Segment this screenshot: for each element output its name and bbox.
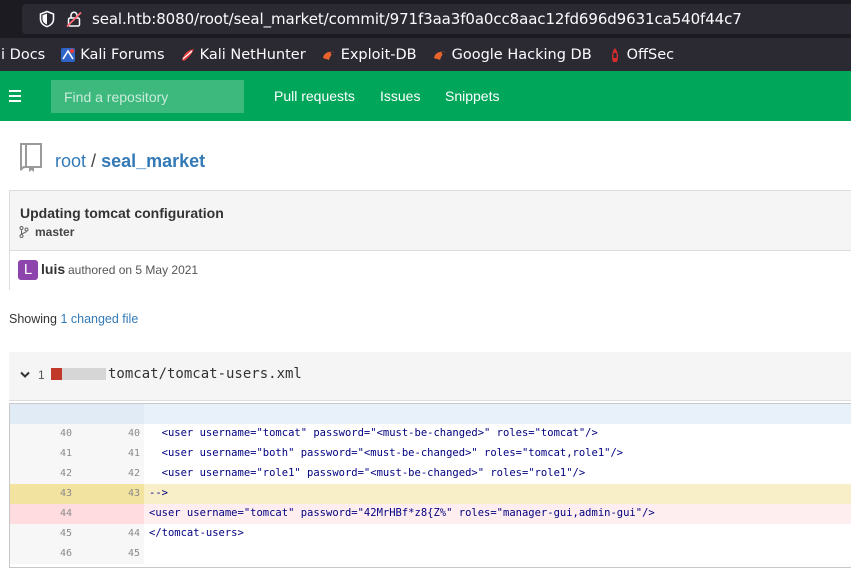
exploit-db-icon [322, 51, 334, 60]
bookmark-label: Kali Forums [80, 46, 165, 63]
new-line-number[interactable]: 40 [110, 428, 140, 439]
new-line-number[interactable]: 44 [110, 528, 140, 539]
code-line: <user username="role1" password="<must-b… [149, 467, 586, 479]
changed-files-summary: Showing 1 changed file [9, 312, 138, 326]
bookmark-google-hacking-db[interactable]: Google Hacking DB [432, 47, 592, 63]
diff-line: 46 45 [10, 544, 851, 564]
browser-urlbar: seal.htb:8080/root/seal_market/commit/97… [0, 0, 851, 38]
old-line-number[interactable]: 44 [42, 508, 72, 519]
diff-stat-deleted [51, 368, 62, 380]
diff-table: 40 40 <user username="tomcat" password="<… [9, 403, 851, 568]
bookmark-offsec[interactable]: OffSec [607, 46, 675, 63]
change-count: 1 [38, 368, 45, 382]
avatar[interactable]: L [18, 260, 38, 280]
diff-line: 40 40 <user username="tomcat" password="<… [10, 424, 851, 444]
old-line-number[interactable]: 45 [42, 528, 72, 539]
bookmark-label: Exploit-DB [340, 46, 417, 63]
code-line: <user username="both" password="<must-be… [149, 447, 624, 459]
new-line-number[interactable]: 42 [110, 468, 140, 479]
commit-author-row: L luis authored on 5 May 2021 [10, 250, 851, 291]
code-line: </tomcat-users> [149, 527, 244, 539]
diff-line: 43 43 --> [10, 484, 851, 504]
repo-owner-link[interactable]: root [55, 151, 86, 171]
code-line: --> [149, 487, 168, 499]
old-line-number[interactable]: 40 [42, 428, 72, 439]
bookmark-kali-nethunter[interactable]: Kali NetHunter [180, 47, 306, 63]
google-hacking-db-icon [433, 51, 445, 60]
diff-stat-neutral [62, 368, 106, 380]
diff-line: 44 <user username="tomcat" password="42Mr… [10, 504, 851, 524]
diff-line: 45 44 </tomcat-users> [10, 524, 851, 544]
old-line-number[interactable]: 42 [42, 468, 72, 479]
file-path[interactable]: tomcat/tomcat-users.xml [108, 366, 302, 382]
bookmark-label: Google Hacking DB [451, 46, 592, 63]
repo-name-link[interactable]: seal_market [101, 151, 205, 171]
diff-body: 40 40 <user username="tomcat" password="<… [10, 424, 851, 564]
bookmark-label: li Docs [0, 46, 46, 63]
commit-message: Updating tomcat configuration [20, 205, 224, 221]
repository-path: root / seal_market [55, 151, 205, 172]
offsec-icon [611, 47, 618, 62]
kali-nethunter-icon [181, 48, 194, 61]
diff-file-header: 1 tomcat/tomcat-users.xml [9, 352, 851, 401]
repository-book-icon [20, 143, 42, 172]
old-line-number[interactable]: 46 [42, 548, 72, 559]
nav-issues[interactable]: Issues [380, 88, 420, 104]
author-link[interactable]: luis [41, 261, 65, 277]
authored-date: authored on 5 May 2021 [68, 263, 199, 277]
bookmarks-toolbar: li Docs Kali Forums Kali NetHunter Explo… [0, 38, 851, 72]
bookmark-label: OffSec [626, 46, 675, 63]
shield-icon[interactable] [38, 10, 56, 28]
bookmark-kali-docs[interactable]: li Docs [0, 47, 45, 63]
line-gutter [10, 404, 144, 424]
branch-label: master [19, 225, 74, 239]
code-line: <user username="tomcat" password="42MrHB… [149, 507, 655, 519]
new-line-number[interactable]: 41 [110, 448, 140, 459]
old-line-number[interactable]: 43 [42, 488, 72, 499]
new-line-number[interactable]: 45 [110, 548, 140, 559]
diff-stat-bar [51, 368, 106, 380]
changed-files-link[interactable]: 1 changed file [60, 312, 138, 326]
url-field[interactable]: seal.htb:8080/root/seal_market/commit/97… [22, 4, 851, 34]
code-line: <user username="tomcat" password="<must-… [149, 427, 598, 439]
line-gutter [10, 504, 144, 524]
diff-line: 42 42 <user username="role1" password="<m… [10, 464, 851, 484]
nav-pull-requests[interactable]: Pull requests [274, 88, 355, 104]
url-text[interactable]: seal.htb:8080/root/seal_market/commit/97… [92, 10, 742, 28]
nav-snippets[interactable]: Snippets [445, 88, 499, 104]
old-line-number[interactable]: 41 [42, 448, 72, 459]
app-header: Pull requests Issues Snippets [0, 71, 851, 121]
insecure-lock-icon[interactable] [65, 10, 83, 28]
path-separator: / [91, 151, 97, 171]
bookmark-label: Kali NetHunter [199, 46, 306, 63]
branch-icon [19, 226, 29, 238]
diff-hunk-header [10, 404, 851, 424]
bookmark-exploit-db[interactable]: Exploit-DB [321, 47, 417, 63]
bookmark-kali-forums[interactable]: Kali Forums [60, 46, 165, 63]
branch-name: master [35, 225, 75, 239]
commit-summary: Updating tomcat configuration master L l… [9, 190, 851, 291]
menu-icon[interactable] [9, 90, 21, 102]
chevron-down-icon[interactable] [20, 371, 30, 379]
repository-search-input[interactable] [51, 80, 244, 113]
diff-line: 41 41 <user username="both" password="<mu… [10, 444, 851, 464]
repo-name: seal_market [101, 151, 206, 171]
showing-prefix: Showing [9, 312, 57, 326]
new-line-number[interactable]: 43 [110, 488, 140, 499]
kali-forums-icon [61, 47, 76, 62]
